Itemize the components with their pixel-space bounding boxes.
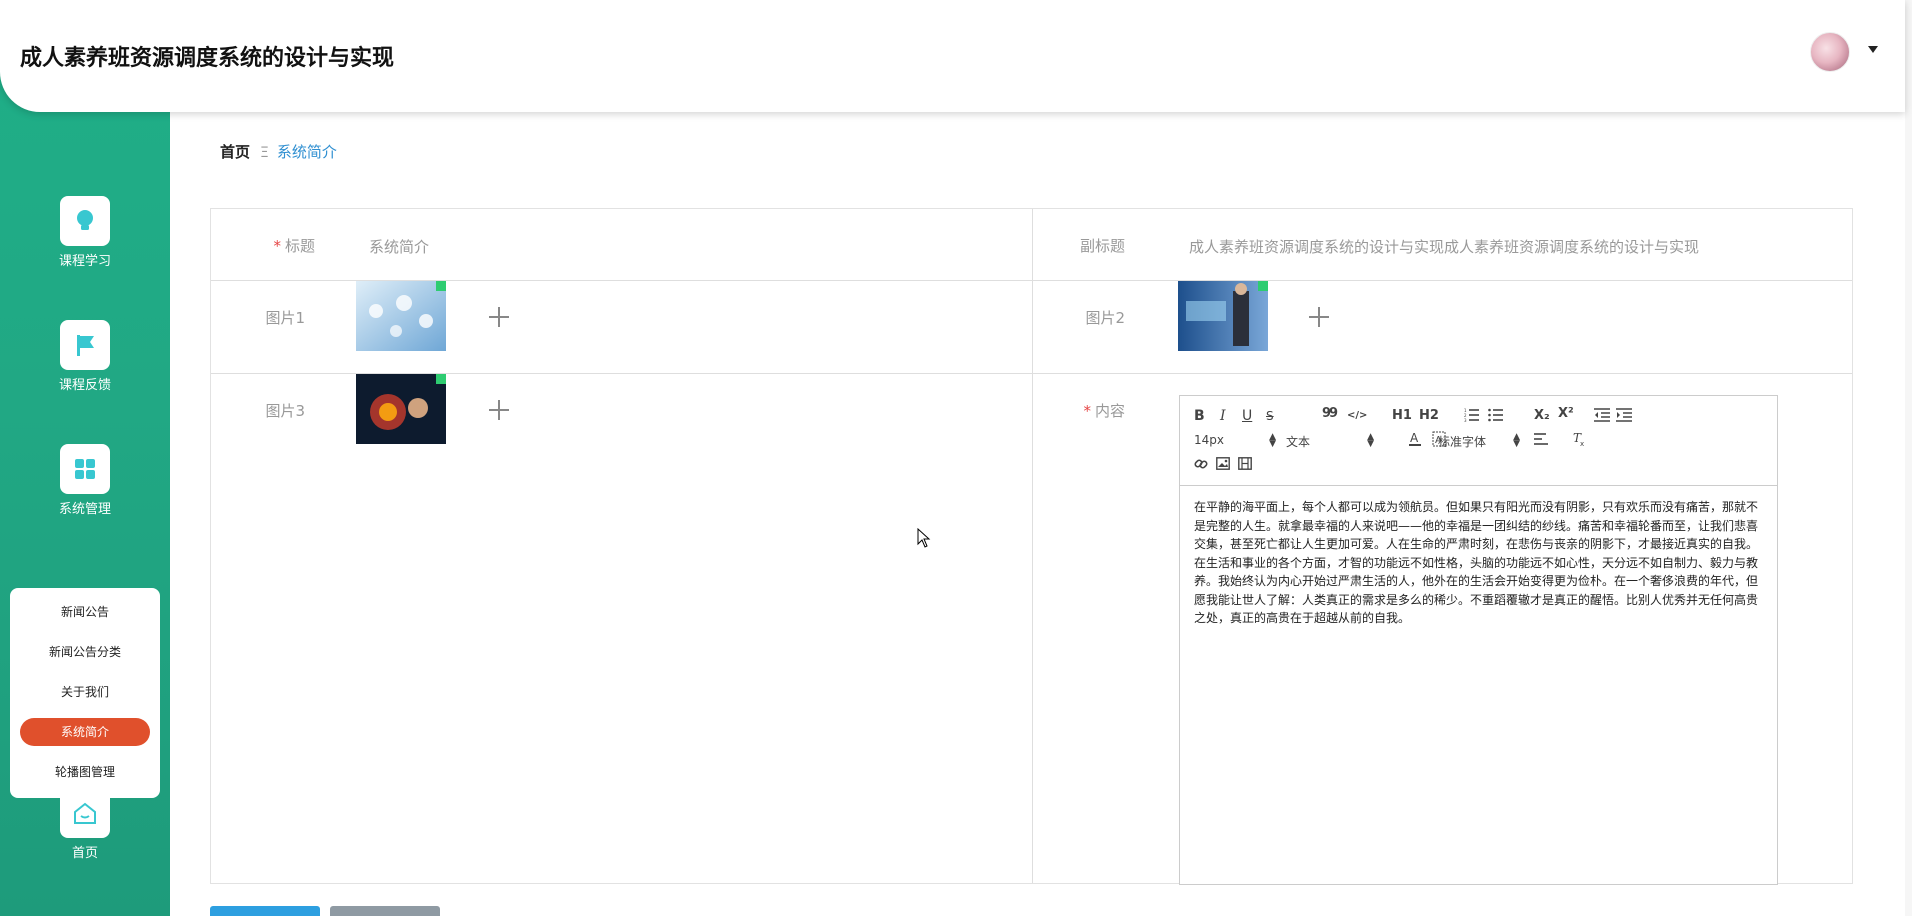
sidebar-item-home[interactable]: 首页 [0,788,170,861]
svg-text:A: A [1410,431,1419,445]
submenu-item-carousel[interactable]: 轮播图管理 [20,758,150,786]
breadcrumb-current[interactable]: 系统简介 [277,143,337,161]
subscript-button[interactable]: X₂ [1534,408,1550,424]
bulb-icon [60,196,110,246]
sidebar-item-course-feedback[interactable]: 课程反馈 [0,320,170,393]
submit-button[interactable] [210,906,320,916]
font-size-value: 14px [1194,433,1224,447]
font-family-value: 标准字体 [1438,435,1487,449]
app-title: 成人素养班资源调度系统的设计与实现 [20,46,395,71]
content-label: * 内容 [1061,400,1125,421]
outdent-icon[interactable] [1594,408,1610,422]
sidebar-item-label: 首页 [71,846,98,861]
editor-content[interactable]: 在平静的海平面上，每个人都可以成为领航员。但如果只有阳光而没有阴影，只有欢乐而没… [1194,498,1760,628]
updown-icon: ▲ ▼ [1367,432,1374,449]
submenu-item-news[interactable]: 新闻公告 [20,598,150,626]
font-size-select[interactable]: 14px ▲ ▼ [1194,432,1276,449]
title-input[interactable]: 系统简介 [369,236,429,257]
breadcrumb: 首页 Ξ 系统简介 [220,141,337,162]
clear-format-icon[interactable]: Tx [1572,431,1586,447]
caret-down-icon[interactable] [1868,46,1878,53]
sidebar-item-label: 系统管理 [58,502,111,517]
video-icon[interactable] [1238,457,1252,470]
sidebar-item-system-management[interactable]: 系统管理 [0,444,170,517]
font-family-select[interactable]: 标准字体 ▲ ▼ [1438,432,1520,450]
indent-icon[interactable] [1616,408,1632,422]
pic3-add-button[interactable] [489,400,509,420]
breadcrumb-home[interactable]: 首页 [220,143,250,161]
submenu-item-news-category[interactable]: 新闻公告分类 [20,638,150,666]
system-management-submenu: 新闻公告 新闻公告分类 关于我们 系统简介 轮播图管理 [10,588,160,798]
pic2-add-button[interactable] [1309,307,1329,327]
top-header: 成人素养班资源调度系统的设计与实现 [0,0,1905,112]
cancel-button[interactable] [330,906,440,916]
ordered-list-icon[interactable]: 123 [1464,408,1480,422]
flag-icon [60,320,110,370]
page: { "app": {"title": "成人素养班资源调度系统的设计与实现"},… [0,0,1912,916]
align-left-icon[interactable] [1534,433,1548,445]
font-color-icon[interactable]: A [1408,431,1422,447]
pic2-thumbnail[interactable] [1178,281,1268,351]
format-value: 文本 [1286,435,1311,449]
grid-icon [60,444,110,494]
sidebar-item-course-study[interactable]: 课程学习 [0,196,170,269]
format-select[interactable]: 文本 ▲ ▼ [1286,432,1374,450]
h1-button[interactable]: H1 [1392,408,1412,424]
divider [1032,209,1033,883]
sidebar-item-label: 课程学习 [58,254,111,269]
quote-button[interactable]: 99 [1322,406,1338,422]
required-mark: * [273,237,281,255]
pic1-add-button[interactable] [489,307,509,327]
sidebar: 课程学习 课程反馈 系统管理 新闻公告 新闻公告分类 关于我们 系统简介 轮播图… [0,60,170,916]
mouse-cursor-icon [917,528,931,548]
editor-toolbar: B I U S 99 </> H1 H2 123 X₂ X² 14px ▲ ▼ 文本… [1180,396,1777,486]
h2-button[interactable]: H2 [1419,408,1439,424]
title-label-text: 标题 [284,237,315,255]
edit-form: * 标题 系统简介 副标题 成人素养班资源调度系统的设计与实现成人素养班资源调度系… [210,208,1853,885]
user-avatar[interactable] [1810,32,1850,72]
breadcrumb-separator: Ξ [260,145,269,161]
submenu-item-about-us[interactable]: 关于我们 [20,678,150,706]
svg-text:x: x [1580,440,1584,447]
svg-text:3: 3 [1464,418,1467,422]
rich-text-editor: B I U S 99 </> H1 H2 123 X₂ X² 14px ▲ ▼ 文本… [1179,395,1778,885]
pic2-label: 图片2 [1085,309,1125,327]
required-mark: * [1083,402,1091,420]
updown-icon: ▲ ▼ [1513,432,1520,449]
link-icon[interactable] [1194,457,1208,471]
underline-button[interactable]: U [1242,408,1252,424]
sidebar-item-label: 课程反馈 [58,378,111,393]
title-label: * 标题 [251,235,315,256]
updown-icon: ▲ ▼ [1269,432,1276,449]
code-button[interactable]: </> [1347,408,1367,424]
bold-button[interactable]: B [1194,408,1205,424]
subtitle-input[interactable]: 成人素养班资源调度系统的设计与实现成人素养班资源调度系统的设计与实现 [1189,236,1699,257]
bullet-list-icon[interactable] [1488,408,1504,422]
superscript-button[interactable]: X² [1558,406,1574,422]
pic1-thumbnail[interactable] [356,281,446,351]
content-label-text: 内容 [1094,402,1125,420]
pic3-label: 图片3 [265,402,305,420]
italic-button[interactable]: I [1220,408,1226,424]
scrollbar[interactable] [1905,0,1912,916]
image-icon[interactable] [1216,457,1230,470]
submenu-item-system-intro[interactable]: 系统简介 [20,718,150,746]
pic3-thumbnail[interactable] [356,374,446,444]
subtitle-label: 副标题 [1079,237,1125,255]
home-icon [60,788,110,838]
pic1-label: 图片1 [265,309,305,327]
strike-button[interactable]: S [1266,408,1274,424]
